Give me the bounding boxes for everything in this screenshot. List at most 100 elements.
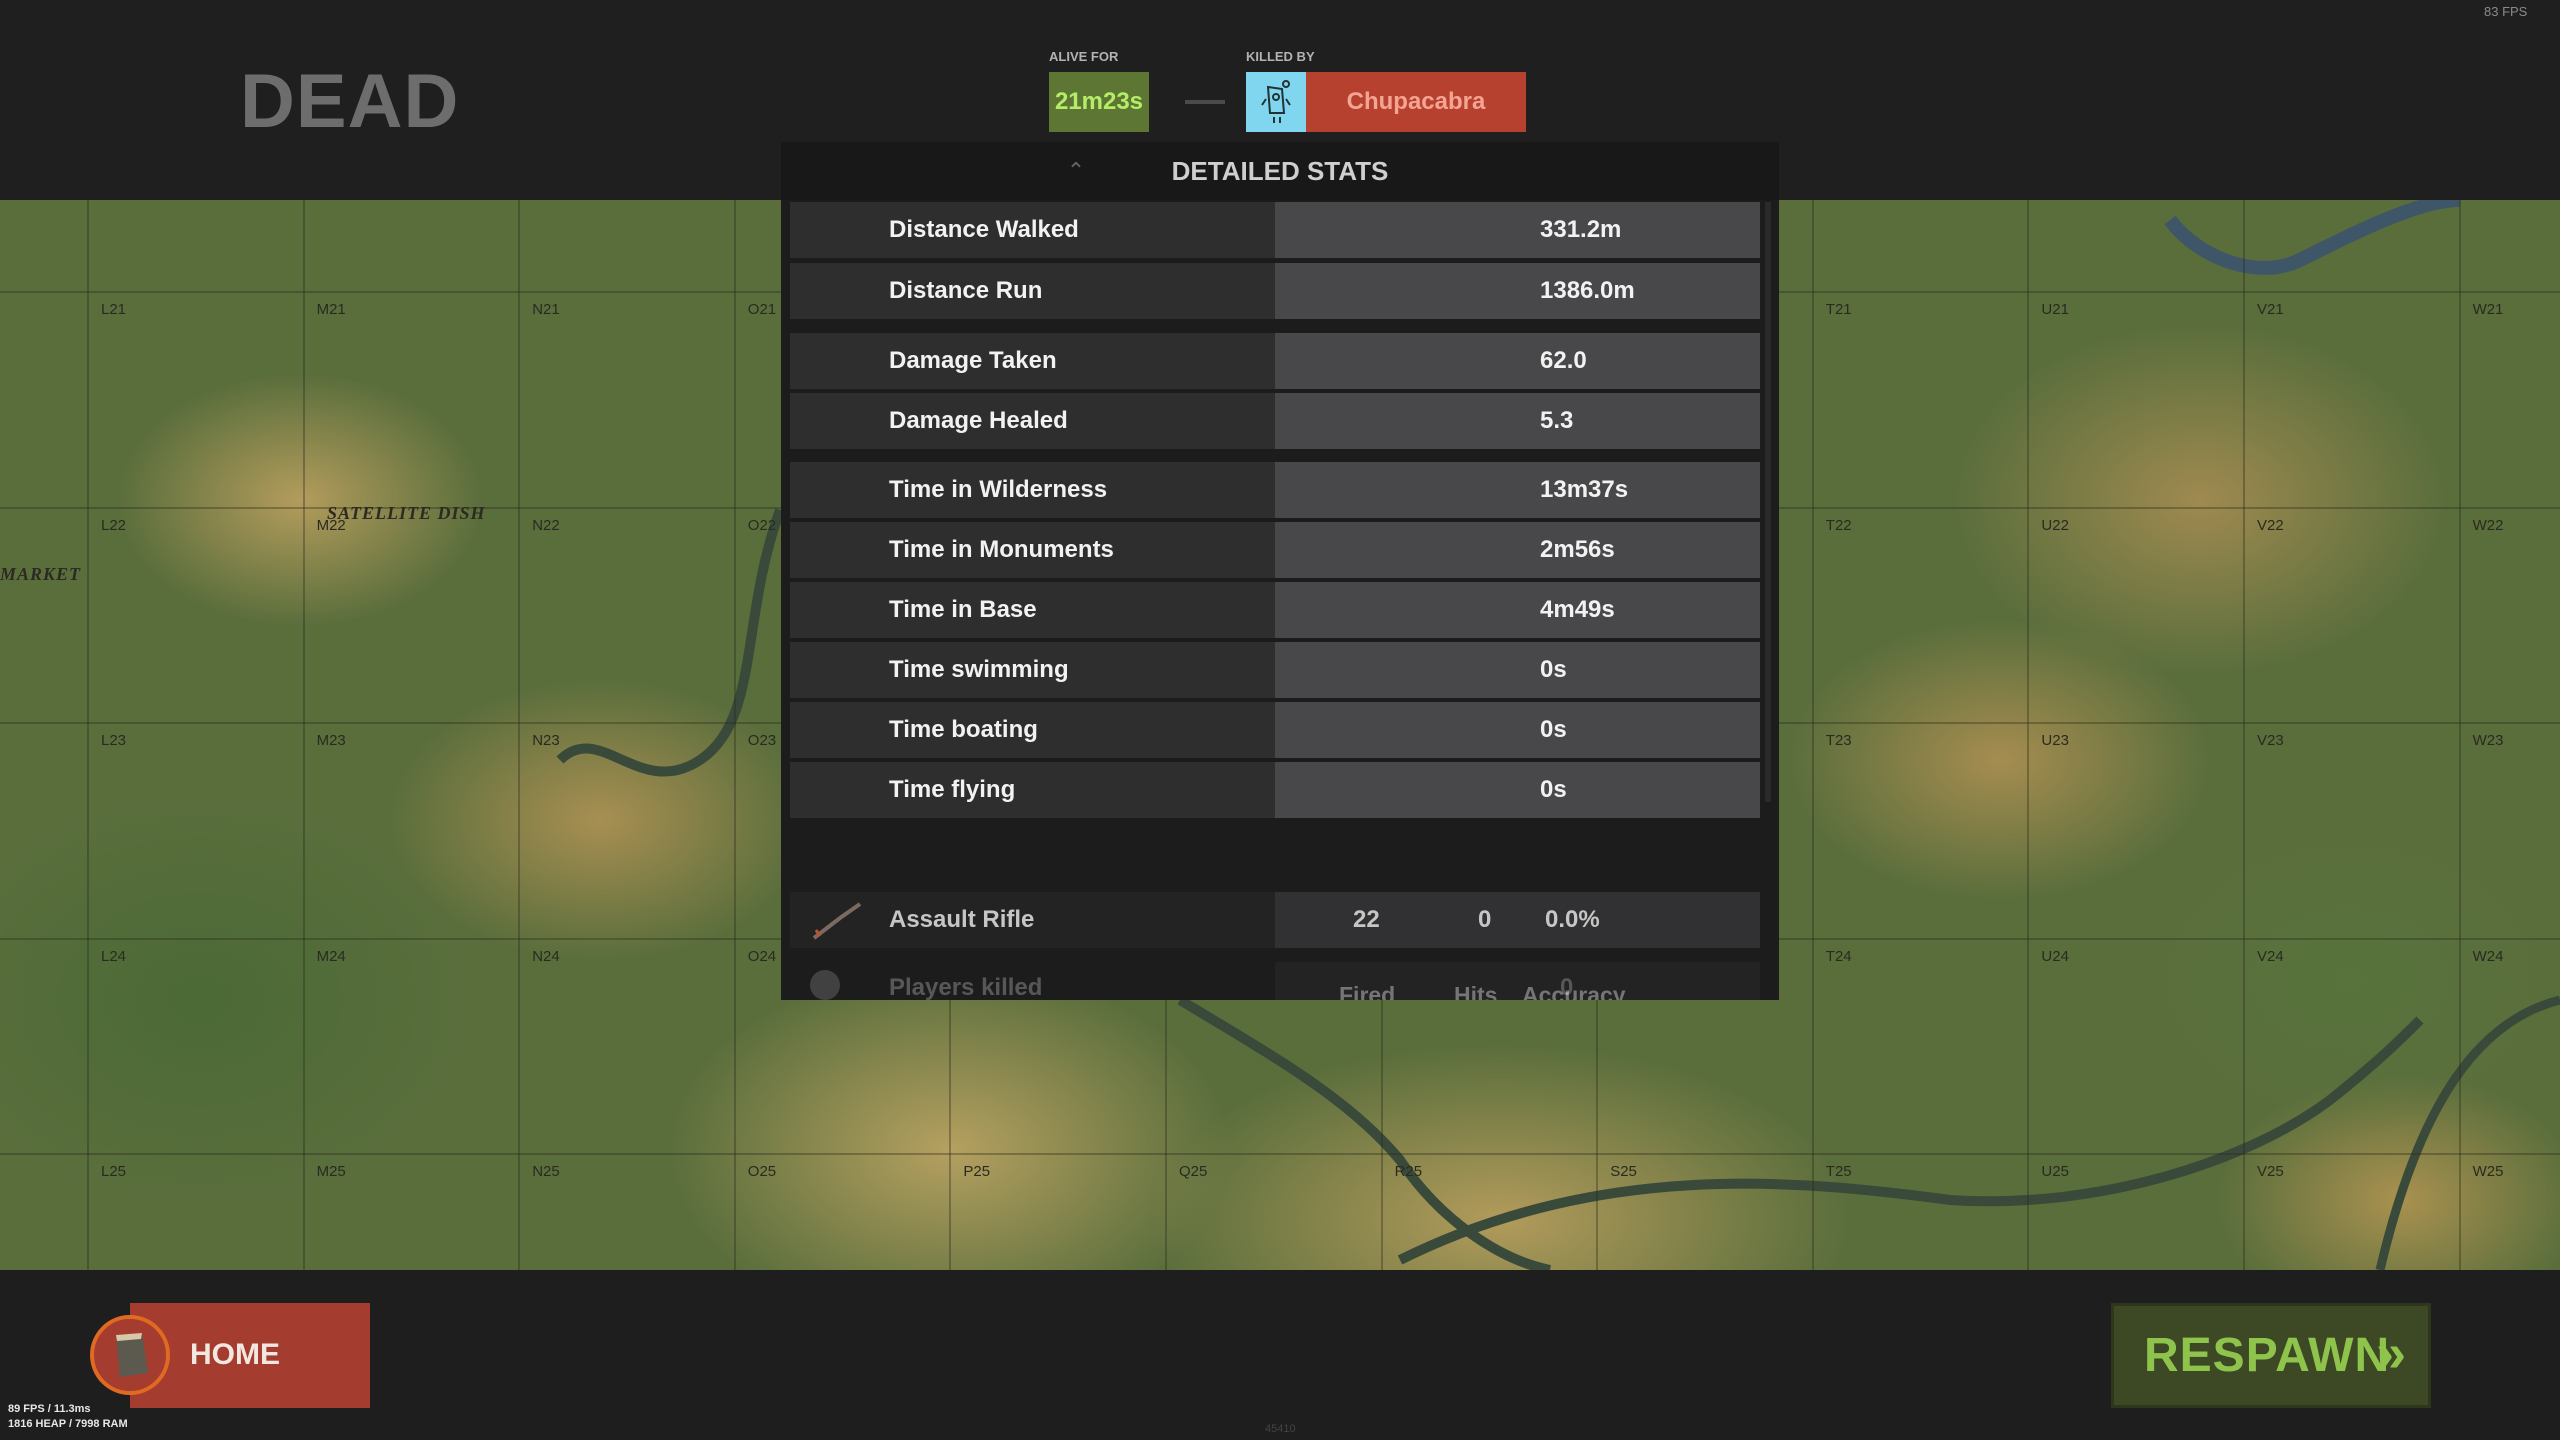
- stat-label: Time flying: [790, 762, 1275, 818]
- stat-value: 0s: [1275, 642, 1760, 698]
- stat-label: Distance Walked: [790, 202, 1275, 258]
- grid-label: O22: [747, 516, 777, 534]
- grid-label: W24: [2472, 947, 2504, 965]
- grid-label: V23: [2257, 732, 2284, 750]
- grid-label: T23: [1825, 732, 1852, 750]
- stat-value: 4m49s: [1275, 582, 1760, 638]
- grid-label: M24: [316, 947, 346, 965]
- stat-label: Damage Taken: [790, 333, 1275, 389]
- grid-label: V24: [2257, 947, 2284, 965]
- players-killed-row: Players killed 0: [790, 962, 1760, 1000]
- grid-label: O23: [747, 732, 777, 750]
- grid-label: U25: [2041, 1163, 2069, 1181]
- grid-label: L24: [101, 947, 127, 965]
- stat-row: Time in Base 4m49s: [790, 582, 1760, 638]
- stat-value: 5.3: [1275, 393, 1760, 449]
- grid-line: [2027, 200, 2030, 1270]
- grid-label: N21: [532, 301, 560, 318]
- grid-label: V21: [2257, 301, 2284, 318]
- stat-row: Time in Wilderness 13m37s: [790, 462, 1760, 518]
- stat-value: 62.0: [1275, 333, 1760, 389]
- divider: [1185, 100, 1225, 104]
- grid-label: W21: [2472, 301, 2504, 318]
- stat-value: 2m56s: [1275, 522, 1760, 578]
- grid-label: U24: [2041, 947, 2069, 965]
- grid-line: [302, 200, 305, 1270]
- grid-label: V25: [2257, 1163, 2284, 1181]
- grid-label: L21: [101, 301, 127, 318]
- stat-label: Players killed: [889, 974, 1043, 1000]
- home-label: HOME: [190, 1338, 280, 1371]
- grid-label: N25: [532, 1163, 560, 1181]
- scientist-npc-icon: [1246, 72, 1306, 132]
- grid-label: O21: [747, 301, 777, 318]
- stat-value: 331.2m: [1275, 202, 1760, 258]
- stat-row: Time swimming 0s: [790, 642, 1760, 698]
- grid-label: M25: [316, 1163, 346, 1181]
- grid-label: M21: [316, 301, 346, 318]
- grid-label: T22: [1825, 516, 1852, 534]
- fps-counter: 83 FPS: [2484, 4, 2528, 19]
- grid-label: W23: [2472, 732, 2504, 750]
- double-chevron-right-icon: »: [2376, 1323, 2407, 1383]
- stat-row: Time boating 0s: [790, 702, 1760, 758]
- memory-readout: 1816 HEAP / 7998 RAM: [8, 1418, 128, 1430]
- stat-row: Distance Run 1386.0m: [790, 263, 1760, 319]
- grid-label: T21: [1825, 301, 1852, 318]
- grid-label: P25: [963, 1163, 991, 1181]
- grid-line: [87, 200, 89, 1270]
- grid-label: W25: [2472, 1163, 2504, 1181]
- sleeping-bag-icon: [90, 1315, 170, 1395]
- grid-line: [0, 1153, 2560, 1156]
- grid-label: L25: [101, 1163, 127, 1181]
- stat-row: Time in Monuments 2m56s: [790, 522, 1760, 578]
- grid-label: W22: [2472, 516, 2504, 534]
- dead-title: DEAD: [240, 59, 460, 144]
- grid-label: M23: [316, 732, 346, 750]
- stat-value: 1386.0m: [1275, 263, 1760, 319]
- respawn-label: RESPAWN: [2144, 1329, 2391, 1382]
- assault-rifle-icon: [812, 902, 862, 940]
- killer-name: Chupacabra: [1306, 72, 1526, 132]
- grid-label: T25: [1825, 1163, 1852, 1181]
- grid-line: [733, 200, 736, 1270]
- map-place-label: SATELLITE DISH: [327, 503, 486, 523]
- grid-label: L23: [101, 732, 127, 750]
- weapon-accuracy: 0.0%: [1545, 906, 1600, 933]
- grid-label: S25: [1610, 1163, 1637, 1181]
- map-place-label: MARKET: [0, 564, 82, 584]
- weapon-row: Assault Rifle 22 0 0.0%: [790, 892, 1760, 948]
- weapon-name: Assault Rifle: [889, 906, 1035, 933]
- scrollbar[interactable]: [1765, 202, 1771, 802]
- grid-line: [2458, 200, 2461, 1270]
- grid-label: N22: [532, 516, 560, 534]
- build-number: 45410: [1265, 1423, 1296, 1435]
- stat-label: Time in Base: [790, 582, 1275, 638]
- grid-line: [518, 200, 521, 1270]
- stat-value: 0s: [1275, 762, 1760, 818]
- alive-for-value: 21m23s: [1049, 72, 1149, 132]
- stat-value: 0s: [1275, 702, 1760, 758]
- stat-label: Time boating: [790, 702, 1275, 758]
- stat-label: Time in Wilderness: [790, 462, 1275, 518]
- alive-for-label: ALIVE FOR: [1049, 49, 1119, 64]
- panel-title: DETAILED STATS: [1171, 156, 1389, 186]
- grid-label: U23: [2041, 732, 2069, 750]
- weapon-hits: 0: [1478, 906, 1492, 933]
- grid-line: [1811, 200, 1814, 1270]
- respawn-button[interactable]: RESPAWN »: [2111, 1303, 2431, 1408]
- grid-label: N24: [532, 947, 560, 965]
- stat-row: Damage Healed 5.3: [790, 393, 1760, 449]
- grid-label: O24: [747, 947, 777, 965]
- stat-label: Distance Run: [790, 263, 1275, 319]
- killed-by-label: KILLED BY: [1246, 49, 1315, 64]
- grid-label: U21: [2041, 301, 2069, 318]
- grid-label: T24: [1825, 947, 1852, 965]
- grid-label: V22: [2257, 516, 2284, 534]
- fps-readout: 89 FPS / 11.3ms: [8, 1403, 91, 1415]
- weapon-fired: 22: [1353, 906, 1380, 933]
- grid-label: R25: [1394, 1163, 1423, 1181]
- grid-label: N23: [532, 732, 560, 750]
- grid-label: L22: [101, 516, 127, 534]
- detailed-stats-panel: ⌃ DETAILED STATS Distance Walked 331.2m Di…: [781, 142, 1779, 1000]
